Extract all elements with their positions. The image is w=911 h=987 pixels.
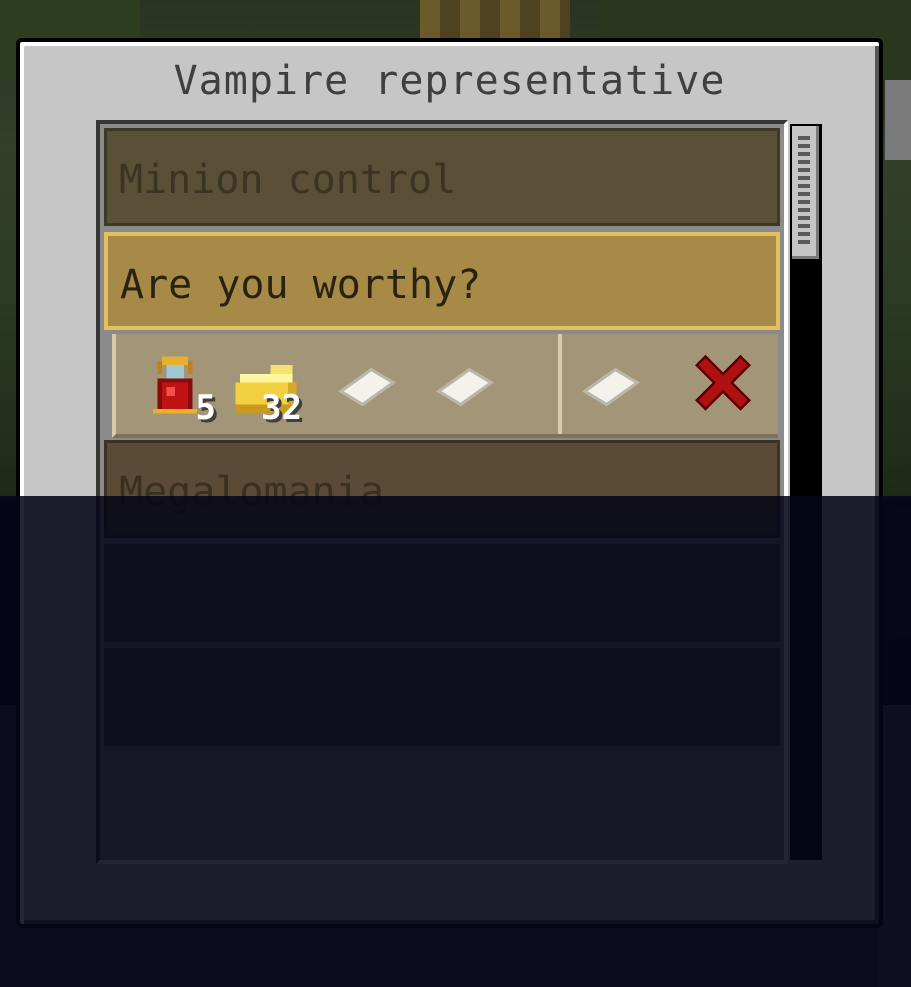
item-count: 32	[261, 388, 302, 428]
item-count: 5	[195, 388, 216, 428]
stone-block	[885, 80, 911, 160]
scrollbar-thumb[interactable]	[792, 126, 819, 259]
paper-icon	[337, 367, 397, 407]
task-item-are-you-worthy[interactable]: Are you worthy?	[104, 232, 780, 330]
scrollbar-grip	[798, 136, 810, 244]
dim-overlay	[0, 496, 911, 987]
paper-icon	[581, 367, 641, 407]
requirement-slot[interactable]	[332, 352, 402, 422]
requirements-rewards-divider	[558, 334, 562, 434]
task-item-minion-control[interactable]: Minion control	[104, 128, 780, 226]
requirement-slot[interactable]: 32	[226, 352, 302, 428]
close-x-icon	[694, 354, 752, 411]
task-label: Minion control	[119, 157, 457, 203]
requirement-slot[interactable]	[430, 352, 500, 422]
window-title: Vampire representative	[173, 58, 726, 104]
cancel-task-button[interactable]	[688, 352, 758, 422]
task-requirements-row: 5 32	[112, 334, 778, 438]
reward-slot[interactable]	[576, 352, 646, 422]
task-label: Are you worthy?	[120, 262, 482, 308]
paper-icon	[435, 367, 495, 407]
requirement-slot[interactable]: 5	[140, 352, 216, 428]
tree-trunk	[420, 0, 570, 40]
